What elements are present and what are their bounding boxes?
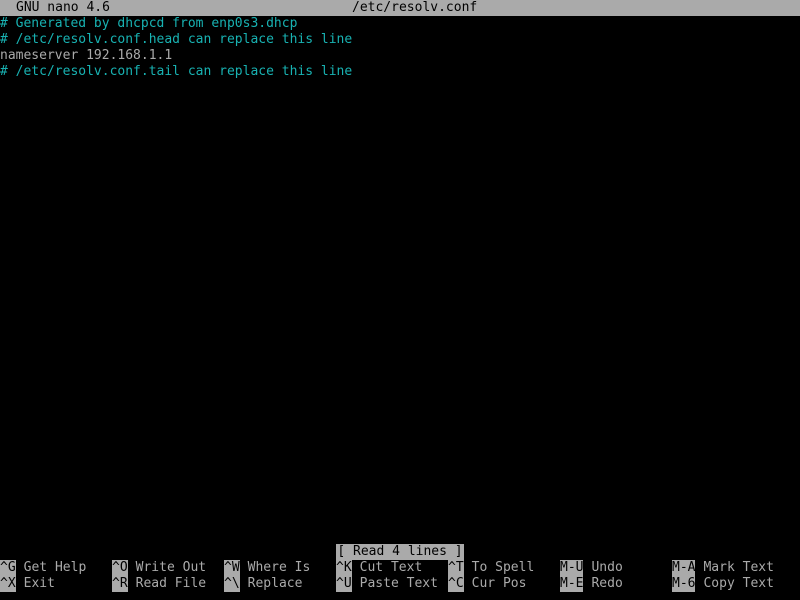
- shortcut-key: M-6: [672, 576, 696, 592]
- title-bar: GNU nano 4.6 /etc/resolv.conf: [0, 0, 800, 16]
- shortcut-read-file[interactable]: ^R Read File: [112, 576, 206, 592]
- app-version: GNU nano 4.6: [16, 0, 110, 15]
- shortcut-key: ^R: [112, 576, 128, 592]
- shortcut-key: ^\: [224, 576, 240, 592]
- shortcut-label: Get Help: [23, 560, 87, 575]
- shortcut-key: ^U: [336, 576, 352, 592]
- shortcut-redo[interactable]: M-E Redo: [560, 576, 623, 592]
- shortcut-undo[interactable]: M-U Undo: [560, 560, 623, 576]
- shortcut-key: ^T: [448, 560, 464, 576]
- shortcut-exit[interactable]: ^X Exit: [0, 576, 55, 592]
- status-message: [ Read 4 lines ]: [336, 544, 464, 560]
- shortcut-where-is[interactable]: ^W Where Is: [224, 560, 310, 576]
- shortcut-write-out[interactable]: ^O Write Out: [112, 560, 206, 576]
- shortcut-key: ^K: [336, 560, 352, 576]
- shortcut-key: M-E: [560, 576, 584, 592]
- shortcut-mark-text[interactable]: M-A Mark Text: [672, 560, 774, 576]
- shortcut-key: M-U: [560, 560, 584, 576]
- shortcut-label: Where Is: [247, 560, 311, 575]
- shortcut-key: ^W: [224, 560, 240, 576]
- shortcut-label: Read File: [135, 576, 207, 591]
- shortcut-copy-text[interactable]: M-6 Copy Text: [672, 576, 774, 592]
- buffer-line[interactable]: nameserver 192.168.1.1: [0, 48, 800, 64]
- shortcut-label: Cut Text: [359, 560, 423, 575]
- buffer-line[interactable]: # /etc/resolv.conf.head can replace this…: [0, 32, 800, 48]
- shortcut-label: Replace: [247, 576, 303, 591]
- shortcut-key: ^G: [0, 560, 16, 576]
- buffer-line[interactable]: # Generated by dhcpcd from enp0s3.dhcp: [0, 16, 800, 32]
- shortcut-label: Undo: [591, 560, 623, 575]
- shortcut-label: Exit: [23, 576, 55, 591]
- shortcut-label: Mark Text: [703, 560, 774, 575]
- shortcut-cur-pos[interactable]: ^C Cur Pos: [448, 576, 526, 592]
- shortcut-label: Paste Text: [359, 576, 438, 591]
- shortcut-label: Write Out: [135, 560, 207, 575]
- shortcut-key: ^C: [448, 576, 464, 592]
- shortcut-label: To Spell: [471, 560, 535, 575]
- shortcut-key: M-A: [672, 560, 696, 576]
- shortcut-key: ^X: [0, 576, 16, 592]
- buffer-line[interactable]: # /etc/resolv.conf.tail can replace this…: [0, 64, 800, 80]
- shortcut-get-help[interactable]: ^G Get Help: [0, 560, 86, 576]
- shortcut-label: Copy Text: [703, 576, 774, 591]
- shortcut-cut-text[interactable]: ^K Cut Text: [336, 560, 422, 576]
- file-name: /etc/resolv.conf: [352, 0, 478, 15]
- shortcut-replace[interactable]: ^\ Replace: [224, 576, 302, 592]
- shortcut-key: ^O: [112, 560, 128, 576]
- shortcut-label: Redo: [591, 576, 623, 591]
- shortcut-paste-text[interactable]: ^U Paste Text: [336, 576, 438, 592]
- shortcut-to-spell[interactable]: ^T To Spell: [448, 560, 534, 576]
- shortcut-label: Cur Pos: [471, 576, 527, 591]
